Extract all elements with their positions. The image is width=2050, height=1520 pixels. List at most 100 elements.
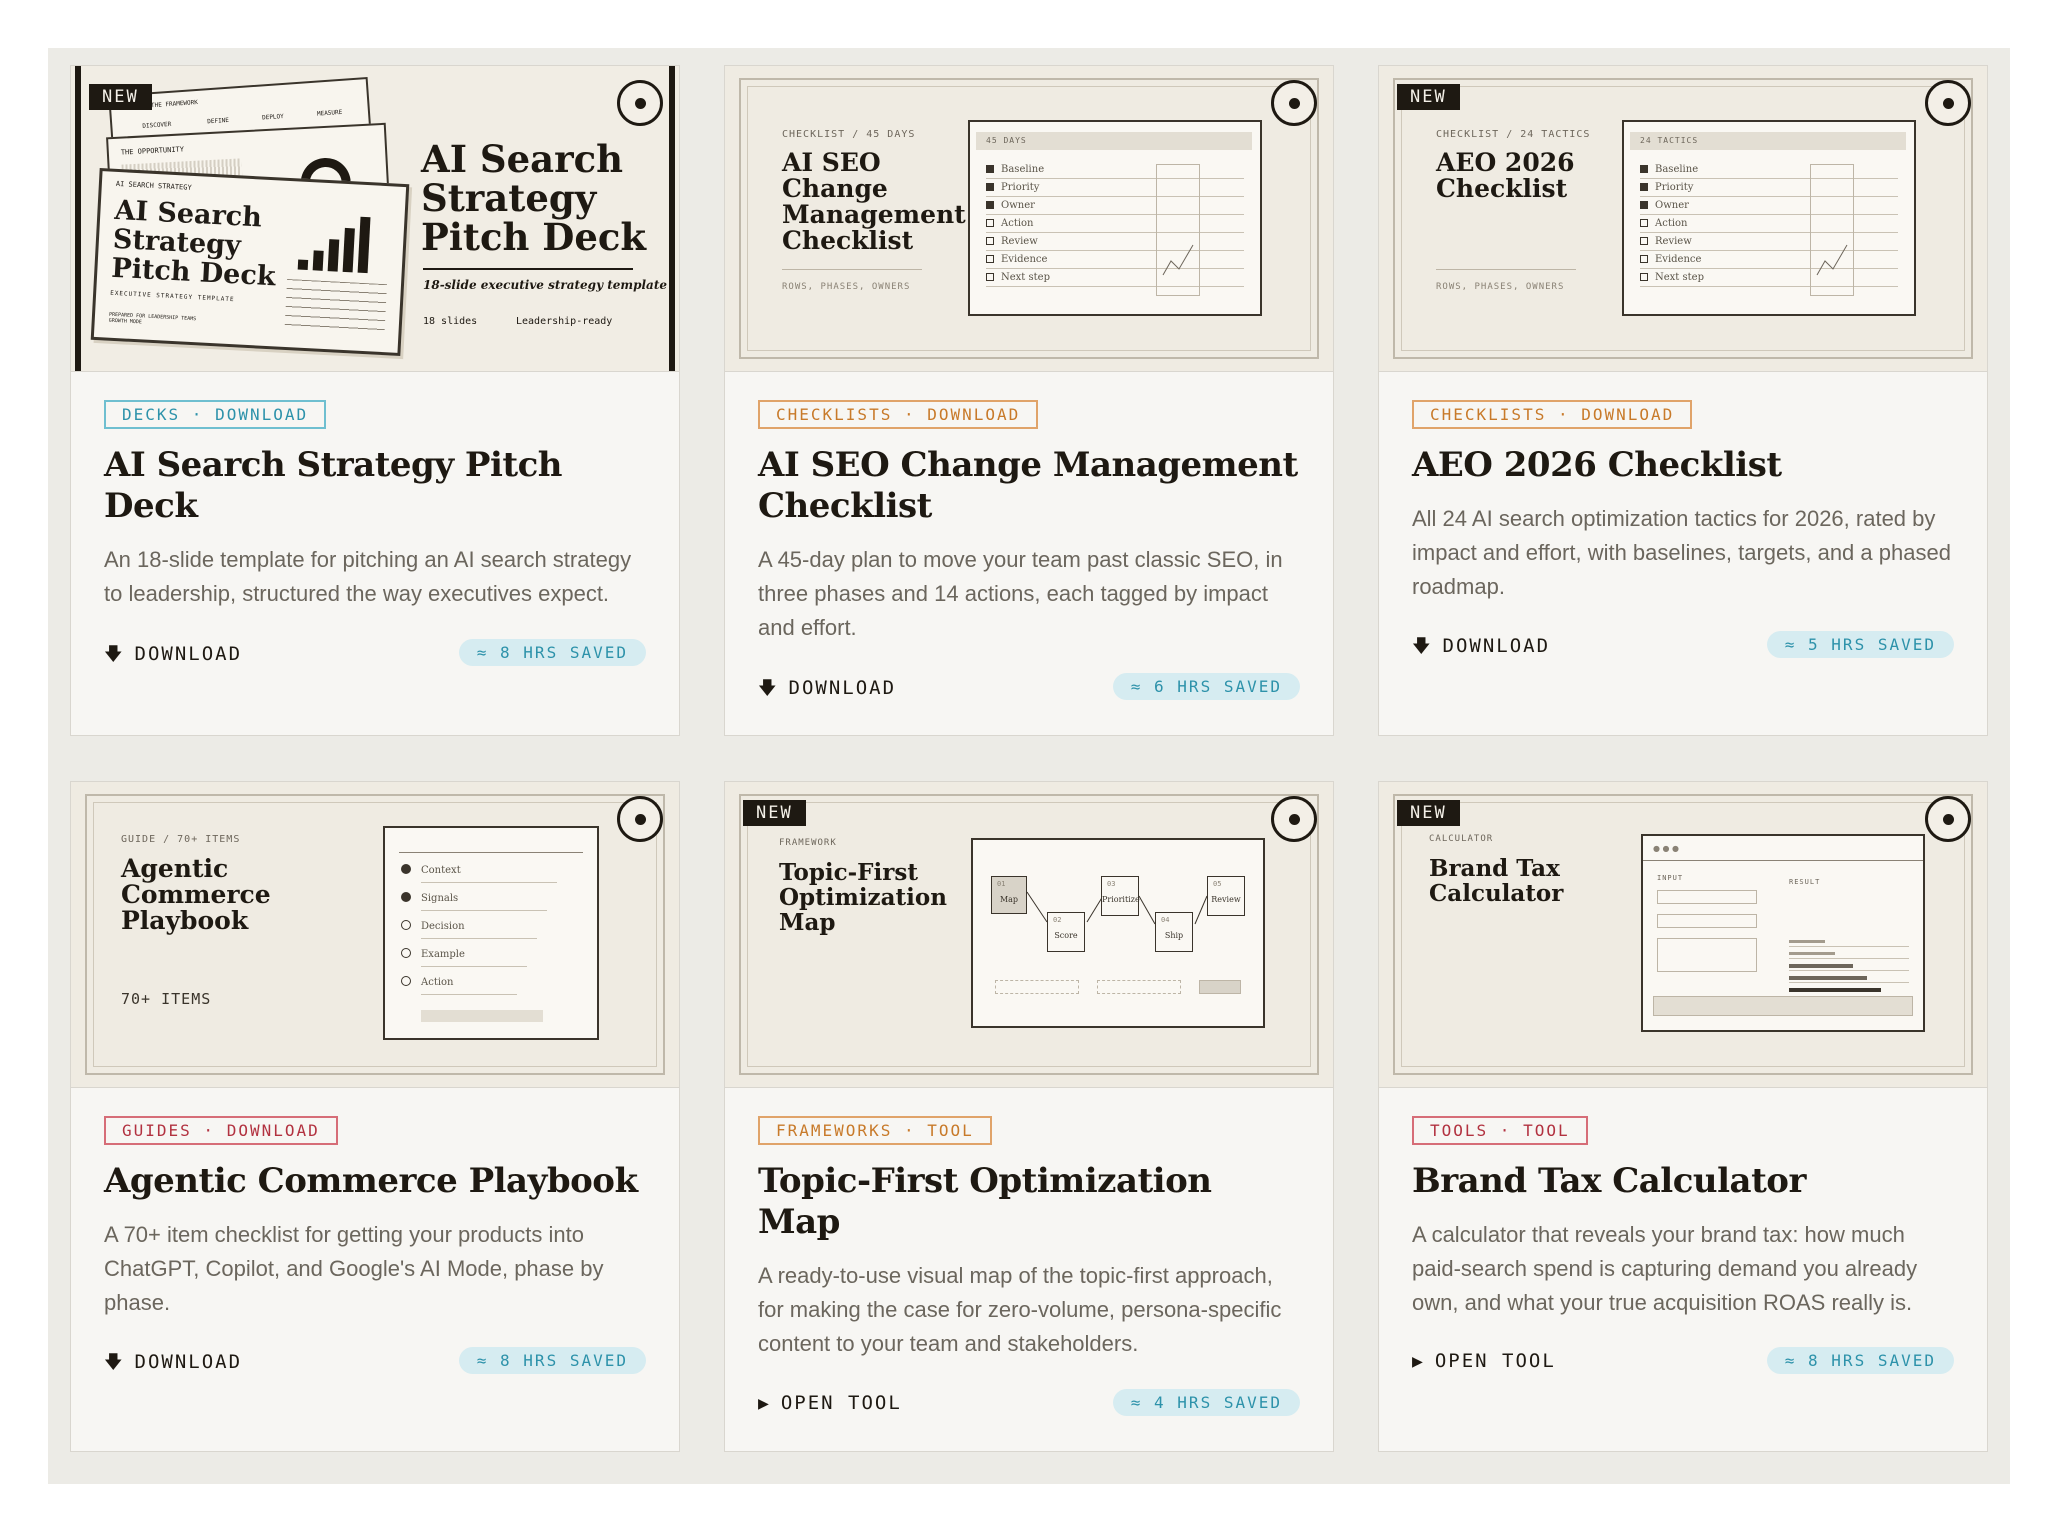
checklist-item: Evidence [1640, 254, 1701, 265]
card-description: A 70+ item checklist for getting your pr… [104, 1222, 604, 1315]
playbook-item: Decision [401, 920, 465, 932]
preview-title: AI SEO Change Management Checklist [782, 148, 966, 255]
target-icon[interactable] [1925, 80, 1971, 126]
resource-card[interactable]: CHECKLIST / 45 DAYS AI SEO Change Manageme… [724, 65, 1334, 736]
card-title[interactable]: Agentic Commerce Playbook [104, 1161, 646, 1202]
card-body: FRAMEWORKS · TOOL Topic-First Optimizati… [725, 1088, 1333, 1361]
checklist-item: Review [1640, 236, 1692, 247]
playbook-item: Signals [401, 892, 458, 904]
download-button[interactable]: 🡇 DOWNLOAD [758, 676, 896, 706]
category-tag[interactable]: CHECKLISTS · DOWNLOAD [758, 400, 1039, 429]
checklist-item: Action [1640, 218, 1688, 229]
category-tag[interactable]: FRAMEWORKS · TOOL [758, 1116, 992, 1145]
resource-card[interactable]: GUIDE / 70+ ITEMS Agentic Commerce Playboo… [70, 781, 680, 1452]
flow-node: 05 Review [1207, 876, 1245, 916]
sparkline-panel [1810, 164, 1854, 296]
progress-placeholder [421, 1010, 543, 1022]
playbook-item: Context [401, 864, 461, 876]
slide-caption: EXECUTIVE STRATEGY TEMPLATE [109, 289, 235, 304]
slide-note: PREPARED FOR LEADERSHIP TEAMS GROWTH MOD… [108, 311, 197, 326]
card-title[interactable]: AEO 2026 Checklist [1412, 445, 1954, 486]
trend-line-icon [1816, 244, 1848, 276]
playbook-sheet: Context Signals Decision Example Action [383, 826, 599, 1040]
download-arrow-icon: 🡇 [104, 1352, 125, 1373]
preview-meta: 18 slides [423, 316, 478, 327]
result-bar [1789, 988, 1881, 992]
open-tool-button[interactable]: ▶ OPEN TOOL [1412, 1350, 1556, 1372]
download-arrow-icon: 🡇 [758, 678, 779, 699]
new-badge: NEW [1397, 800, 1460, 826]
target-icon[interactable] [1925, 796, 1971, 842]
card-description: All 24 AI search optimization tactics fo… [1412, 506, 1951, 599]
resource-card[interactable]: NEW CHECKLIST / 24 TACTICS AEO 2026 Check… [1378, 65, 1988, 736]
result-bar [1789, 952, 1835, 955]
sheet-header: 45 DAYS [986, 136, 1027, 145]
card-title[interactable]: AI Search Strategy Pitch Deck [104, 445, 646, 527]
preview-meta: Leadership-ready [516, 316, 613, 327]
result-bar [1789, 964, 1853, 968]
target-icon[interactable] [617, 80, 663, 126]
time-saved-badge: ≈ 5 HRS SAVED [1766, 631, 1954, 658]
card-preview[interactable]: GUIDE / 70+ ITEMS Agentic Commerce Playboo… [71, 782, 679, 1088]
slide-table [284, 278, 388, 335]
category-tag[interactable]: DECKS · DOWNLOAD [104, 400, 327, 429]
card-body: DECKS · DOWNLOAD AI Search Strategy Pitc… [71, 372, 679, 611]
preview-edge [75, 66, 81, 371]
card-preview[interactable]: CHECKLIST / 45 DAYS AI SEO Change Manageme… [725, 66, 1333, 372]
resource-card[interactable]: NEW FRAMEWORK Topic-First Optimization Map… [724, 781, 1334, 1452]
preview-rule [423, 268, 633, 270]
checklist-item: Baseline [986, 164, 1044, 175]
download-button[interactable]: 🡇 DOWNLOAD [104, 1350, 242, 1380]
sparkline-panel [1156, 164, 1200, 296]
resource-card[interactable]: NEW THE FRAMEWORK DISCOVER DEFINE DEPLOY… [70, 65, 680, 736]
download-button[interactable]: 🡇 DOWNLOAD [1412, 634, 1550, 664]
card-preview[interactable]: NEW CALCULATOR Brand Tax Calculator ● ● ●… [1379, 782, 1987, 1088]
card-body: CHECKLISTS · DOWNLOAD AI SEO Change Mana… [725, 372, 1333, 645]
slide-heading: AI SEARCH STRATEGY [115, 179, 192, 192]
window-dots: ● ● ● [1653, 844, 1680, 853]
time-saved-badge: ≈ 4 HRS SAVED [1112, 1389, 1300, 1416]
preview-edge [669, 66, 675, 371]
preview-title: Agentic Commerce Playbook [121, 854, 271, 935]
card-title[interactable]: Topic-First Optimization Map [758, 1161, 1300, 1243]
card-preview[interactable]: NEW CHECKLIST / 24 TACTICS AEO 2026 Check… [1379, 66, 1987, 372]
open-tool-button[interactable]: ▶ OPEN TOOL [758, 1392, 902, 1414]
card-title[interactable]: Brand Tax Calculator [1412, 1161, 1954, 1202]
play-triangle-icon: ▶ [1412, 1351, 1425, 1372]
card-body: GUIDES · DOWNLOAD Agentic Commerce Playb… [71, 1088, 679, 1320]
input-label: INPUT [1657, 874, 1684, 882]
preview-title: AI Search Strategy Pitch Deck [421, 137, 647, 259]
trend-line-icon [1162, 244, 1194, 276]
slide-step: DEPLOY [261, 112, 285, 122]
card-preview[interactable]: NEW THE FRAMEWORK DISCOVER DEFINE DEPLOY… [71, 66, 679, 372]
flow-connectors [1026, 891, 1208, 925]
category-tag[interactable]: TOOLS · TOOL [1412, 1116, 1588, 1145]
action-label: OPEN TOOL [1434, 1350, 1556, 1372]
checklist-item: Review [986, 236, 1038, 247]
download-button[interactable]: 🡇 DOWNLOAD [104, 642, 242, 672]
result-bar [1789, 940, 1825, 943]
slide-heading: THE OPPORTUNITY [120, 145, 185, 157]
flow-node: 02 Score [1047, 912, 1085, 952]
flow-node: 01 Map [991, 876, 1027, 914]
target-icon[interactable] [617, 796, 663, 842]
checklist-item: Owner [986, 200, 1035, 211]
target-icon[interactable] [1271, 80, 1317, 126]
card-preview[interactable]: NEW FRAMEWORK Topic-First Optimization Map… [725, 782, 1333, 1088]
resource-card[interactable]: NEW CALCULATOR Brand Tax Calculator ● ● ●… [1378, 781, 1988, 1452]
slide-step: MEASURE [316, 108, 343, 118]
calculator-sheet: ● ● ● INPUT RESULT [1641, 834, 1925, 1032]
category-tag[interactable]: CHECKLISTS · DOWNLOAD [1412, 400, 1693, 429]
target-icon[interactable] [1271, 796, 1317, 842]
checklist-item: Priority [1640, 182, 1693, 193]
playbook-item: Example [401, 948, 465, 960]
action-label: OPEN TOOL [780, 1392, 902, 1414]
category-tag[interactable]: GUIDES · DOWNLOAD [104, 1116, 338, 1145]
slide-title: AI Search Strategy Pitch Deck [110, 194, 277, 293]
preview-title: AEO 2026 Checklist [1436, 148, 1575, 203]
action-label: DOWNLOAD [1442, 635, 1551, 657]
card-body: TOOLS · TOOL Brand Tax Calculator A calc… [1379, 1088, 1987, 1320]
preview-footer: ROWS, PHASES, OWNERS [1436, 282, 1565, 292]
card-body: CHECKLISTS · DOWNLOAD AEO 2026 Checklist… [1379, 372, 1987, 604]
card-title[interactable]: AI SEO Change Management Checklist [758, 445, 1300, 527]
